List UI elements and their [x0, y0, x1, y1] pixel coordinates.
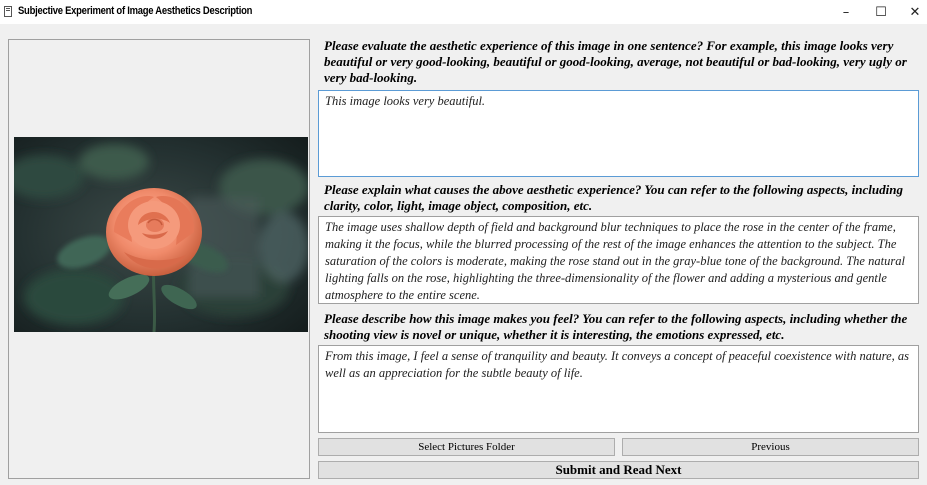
maximize-button[interactable]: ☐ — [863, 0, 899, 24]
answer-aesthetic-cause-textbox[interactable]: The image uses shallow depth of field an… — [318, 216, 919, 304]
question-aesthetic-rating: Please evaluate the aesthetic experience… — [324, 38, 907, 85]
submit-and-read-next-button[interactable]: Submit and Read Next — [318, 461, 919, 479]
title-bar: Subjective Experiment of Image Aesthetic… — [0, 0, 927, 24]
rose-photo — [14, 137, 308, 332]
window-title: Subjective Experiment of Image Aesthetic… — [18, 5, 253, 17]
minimize-button[interactable]: – — [828, 0, 864, 24]
answer-aesthetic-rating-textbox[interactable]: This image looks very beautiful. — [318, 90, 919, 177]
image-panel — [8, 39, 310, 479]
previous-button[interactable]: Previous — [622, 438, 919, 456]
question-feeling: Please describe how this image makes you… — [324, 311, 908, 342]
select-pictures-folder-button[interactable]: Select Pictures Folder — [318, 438, 615, 456]
close-button[interactable]: ✕ — [897, 0, 927, 24]
app-icon — [4, 6, 12, 17]
question-aesthetic-cause: Please explain what causes the above aes… — [324, 182, 903, 213]
answer-feeling-textbox[interactable]: From this image, I feel a sense of tranq… — [318, 345, 919, 433]
